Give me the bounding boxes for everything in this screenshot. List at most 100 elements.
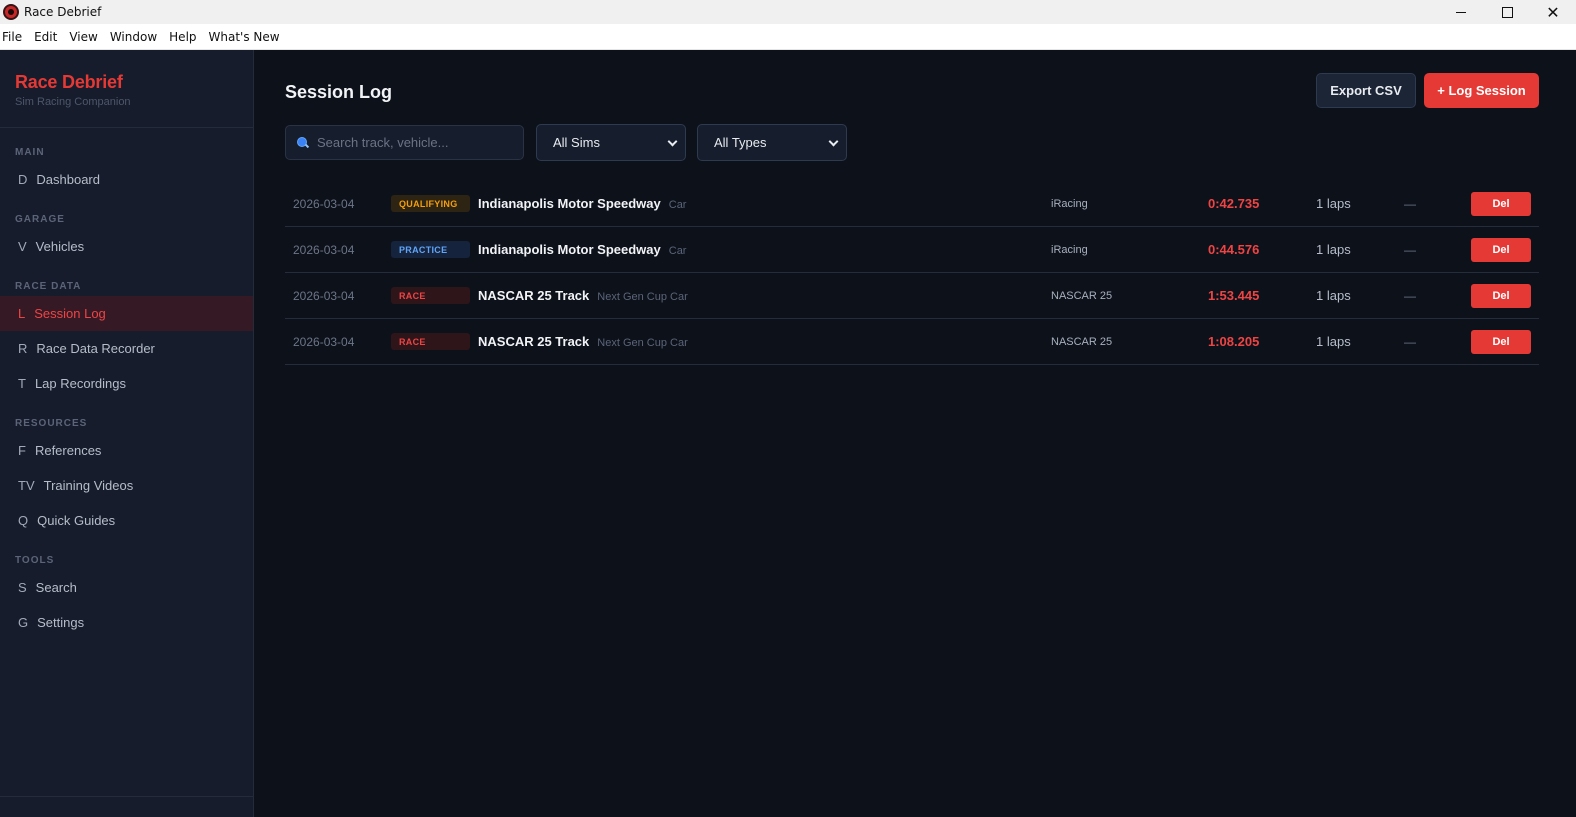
session-type-badge: RACE: [391, 333, 470, 350]
sidebar-item-quick-guides[interactable]: Q Quick Guides: [0, 503, 253, 538]
nav-key-icon: G: [18, 615, 29, 630]
window-title: Race Debrief: [24, 5, 102, 19]
menu-window[interactable]: Window: [104, 30, 163, 44]
maximize-icon[interactable]: [1484, 0, 1530, 24]
lap-count: 1 laps: [1316, 196, 1351, 211]
chevron-down-icon: [828, 136, 839, 147]
sidebar-item-label: Vehicles: [35, 239, 85, 254]
table-row[interactable]: 2026-03-04 PRACTICE Indianapolis Motor S…: [285, 227, 1539, 273]
search-input[interactable]: Search track, vehicle...: [285, 125, 524, 160]
session-date: 2026-03-04: [293, 242, 355, 257]
menu-bar: File Edit View Window Help What's New: [0, 24, 1576, 50]
session-extra: —: [1404, 288, 1416, 303]
sidebar-item-search[interactable]: S Search: [0, 570, 253, 605]
delete-button[interactable]: Del: [1471, 191, 1531, 216]
session-extra: —: [1404, 334, 1416, 349]
session-track: Indianapolis Motor Speedway Car: [478, 242, 686, 257]
nav-section-resources: RESOURCES: [15, 418, 88, 429]
vehicle-name: Next Gen Cup Car: [597, 337, 688, 349]
sidebar-item-vehicles[interactable]: V Vehicles: [0, 229, 253, 264]
lap-count: 1 laps: [1316, 334, 1351, 349]
session-extra: —: [1404, 196, 1416, 211]
session-sim: iRacing: [1051, 197, 1088, 210]
page-title: Session Log: [285, 82, 393, 102]
session-type-badge: RACE: [391, 287, 470, 304]
sidebar-item-session-log[interactable]: L Session Log: [0, 296, 253, 331]
session-sim: NASCAR 25: [1051, 289, 1113, 302]
sidebar-item-label: Quick Guides: [37, 513, 116, 528]
nav-section-tools: TOOLS: [15, 555, 55, 566]
brand-name[interactable]: Race Debrief: [15, 72, 238, 93]
track-name: Indianapolis Motor Speedway: [478, 196, 661, 211]
lap-count: 1 laps: [1316, 242, 1351, 257]
type-filter-select[interactable]: All Types: [697, 124, 847, 161]
track-name: NASCAR 25 Track: [478, 334, 590, 349]
menu-edit[interactable]: Edit: [28, 30, 63, 44]
sim-filter-value: All Sims: [553, 135, 600, 150]
sidebar-item-label: Session Log: [34, 306, 106, 321]
log-session-button[interactable]: + Log Session: [1424, 73, 1539, 108]
nav-key-icon: F: [18, 443, 26, 458]
vehicle-name: Car: [668, 199, 687, 211]
nav-section-race-data: RACE DATA: [15, 281, 82, 292]
window-controls: ✕: [1438, 0, 1576, 24]
sidebar-item-settings[interactable]: G Settings: [0, 605, 253, 640]
sidebar-item-references[interactable]: F References: [0, 433, 253, 468]
nav-key-icon: T: [18, 376, 26, 391]
sidebar-item-lap-recordings[interactable]: T Lap Recordings: [0, 366, 253, 401]
search-icon: [297, 136, 309, 149]
brand-subtitle: Sim Racing Companion: [15, 96, 131, 108]
lap-count: 1 laps: [1316, 288, 1351, 303]
menu-file[interactable]: File: [0, 30, 28, 44]
best-lap-time: 0:42.735: [1208, 196, 1260, 211]
table-row[interactable]: 2026-03-04 RACE NASCAR 25 Track Next Gen …: [285, 273, 1539, 319]
session-sim: NASCAR 25: [1051, 335, 1113, 348]
delete-button[interactable]: Del: [1471, 329, 1531, 354]
sidebar-item-training-videos[interactable]: TV Training Videos: [0, 468, 253, 503]
export-csv-button[interactable]: Export CSV: [1316, 73, 1416, 108]
main-content: Session Log Export CSV + Log Session Sea…: [254, 50, 1576, 817]
delete-button[interactable]: Del: [1471, 283, 1531, 308]
best-lap-time: 1:53.445: [1208, 288, 1260, 303]
session-track: NASCAR 25 Track Next Gen Cup Car: [478, 288, 688, 303]
sidebar-item-race-data-recorder[interactable]: R Race Data Recorder: [0, 331, 253, 366]
nav-key-icon: V: [18, 239, 27, 254]
sidebar-item-label: Dashboard: [36, 172, 100, 187]
sidebar-item-dashboard[interactable]: D Dashboard: [0, 162, 253, 197]
brand: Race Debrief Sim Racing Companion: [0, 50, 253, 128]
vehicle-name: Car: [668, 245, 687, 257]
sidebar-footer-divider: [0, 796, 253, 797]
track-name: Indianapolis Motor Speedway: [478, 242, 661, 257]
session-extra: —: [1404, 242, 1416, 257]
sidebar-item-label: Race Data Recorder: [36, 341, 155, 356]
table-row[interactable]: 2026-03-04 RACE NASCAR 25 Track Next Gen …: [285, 319, 1539, 365]
sidebar-item-label: Settings: [37, 615, 85, 630]
minimize-icon[interactable]: [1438, 0, 1484, 24]
sidebar-item-label: Lap Recordings: [34, 376, 127, 391]
menu-help[interactable]: Help: [163, 30, 202, 44]
menu-whats-new[interactable]: What's New: [203, 30, 286, 44]
nav-key-icon: TV: [18, 478, 35, 493]
session-type-badge: PRACTICE: [391, 241, 470, 258]
session-date: 2026-03-04: [293, 196, 355, 211]
session-date: 2026-03-04: [293, 288, 355, 303]
session-table: 2026-03-04 QUALIFYING Indianapolis Motor…: [285, 181, 1539, 365]
nav-key-icon: D: [18, 172, 28, 187]
session-track: Indianapolis Motor Speedway Car: [478, 196, 686, 211]
vehicle-name: Next Gen Cup Car: [597, 291, 688, 303]
session-sim: iRacing: [1051, 243, 1088, 256]
delete-button[interactable]: Del: [1471, 237, 1531, 262]
chevron-down-icon: [667, 136, 678, 147]
nav-key-icon: R: [18, 341, 28, 356]
sidebar: Race Debrief Sim Racing Companion MAIN D…: [0, 50, 254, 817]
session-type-badge: QUALIFYING: [391, 195, 470, 212]
menu-view[interactable]: View: [63, 30, 103, 44]
nav-section-main: MAIN: [15, 147, 45, 158]
session-track: NASCAR 25 Track Next Gen Cup Car: [478, 334, 688, 349]
table-row[interactable]: 2026-03-04 QUALIFYING Indianapolis Motor…: [285, 181, 1539, 227]
close-icon[interactable]: ✕: [1530, 0, 1576, 24]
sim-filter-select[interactable]: All Sims: [536, 124, 686, 161]
sidebar-item-label: Search: [35, 580, 77, 595]
nav-key-icon: S: [18, 580, 27, 595]
nav-key-icon: L: [18, 306, 26, 321]
